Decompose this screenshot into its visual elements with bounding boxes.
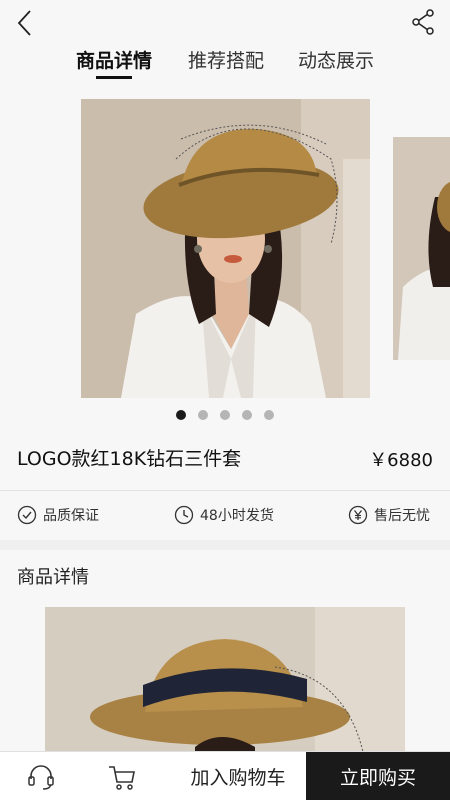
model-photo-illustration: [81, 99, 370, 398]
product-photo-next[interactable]: [393, 137, 450, 360]
guarantee-shipping: 48小时发货: [174, 504, 274, 526]
check-circle-icon: [17, 505, 37, 525]
chevron-left-icon[interactable]: [10, 8, 40, 38]
product-image-carousel[interactable]: [0, 99, 450, 399]
carousel-dot-4[interactable]: [242, 410, 252, 420]
add-to-cart-button[interactable]: 加入购物车: [170, 752, 306, 800]
active-tab-indicator: [96, 76, 132, 79]
tab-bar: 商品详情 推荐搭配 动态展示: [0, 46, 450, 82]
detail-photo-illustration: [45, 607, 405, 752]
tab-dynamic-showcase[interactable]: 动态展示: [298, 46, 374, 73]
product-price: ￥6880: [369, 450, 433, 471]
details-heading: 商品详情: [17, 567, 89, 588]
product-photo-main[interactable]: [81, 99, 370, 398]
divider: [0, 490, 450, 491]
guarantee-after-sales-label: 售后无忧: [374, 508, 430, 524]
bottom-action-bar: 加入购物车 立即购买: [0, 751, 450, 800]
product-detail-photo[interactable]: [45, 607, 405, 752]
share-icon[interactable]: [410, 8, 436, 36]
carousel-dot-1[interactable]: [176, 410, 186, 420]
model-photo-partial-illustration: [393, 137, 450, 360]
tab-recommended-matches[interactable]: 推荐搭配: [188, 46, 264, 73]
section-separator: [0, 540, 450, 550]
guarantee-quality-label: 品质保证: [43, 508, 99, 524]
carousel-indicator: [0, 410, 450, 422]
product-title: LOGO款红18K钻石三件套: [17, 448, 242, 470]
guarantee-after-sales: 售后无忧: [348, 504, 430, 526]
cart-icon[interactable]: [106, 762, 138, 792]
carousel-dot-5[interactable]: [264, 410, 274, 420]
headset-icon[interactable]: [26, 762, 56, 792]
guarantee-shipping-label: 48小时发货: [200, 508, 274, 524]
guarantee-quality: 品质保证: [17, 504, 99, 526]
buy-now-button[interactable]: 立即购买: [306, 752, 450, 800]
tab-product-details[interactable]: 商品详情: [76, 46, 152, 73]
clock-icon: [174, 505, 194, 525]
carousel-dot-3[interactable]: [220, 410, 230, 420]
carousel-dot-2[interactable]: [198, 410, 208, 420]
top-navigation-bar: 商品详情 推荐搭配 动态展示: [0, 0, 450, 90]
yen-circle-icon: [348, 505, 368, 525]
